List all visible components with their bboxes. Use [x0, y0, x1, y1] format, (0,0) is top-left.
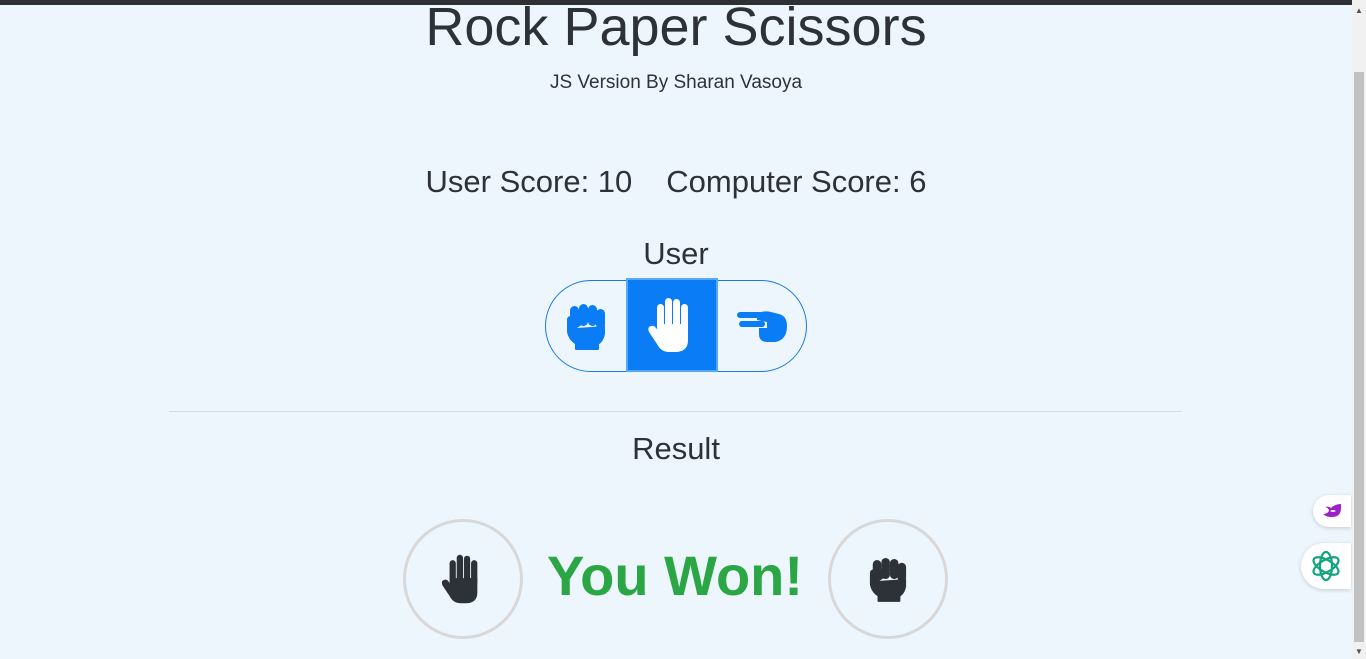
bird-logo-icon: [1323, 504, 1341, 518]
hand-paper-icon: [441, 554, 478, 604]
hand-paper-icon: [648, 298, 688, 352]
result-message: You Won!: [546, 544, 804, 607]
paper-button[interactable]: [626, 278, 718, 372]
user-choice-display: [403, 519, 523, 639]
scrollbar-thumb[interactable]: [1354, 72, 1364, 642]
hand-scissors-icon: [737, 311, 787, 342]
computer-choice-display: [828, 519, 948, 639]
user-score: User Score: 10: [425, 164, 633, 199]
section-divider: [169, 411, 1182, 412]
score-board: User Score: 10 Computer Score: 6: [0, 164, 1352, 200]
extension-button-green[interactable]: [1301, 543, 1351, 589]
ai-assistant-icon: [1312, 550, 1340, 582]
page: Rock Paper Scissors JS Version By Sharan…: [0, 0, 1352, 659]
choice-button-group: [545, 278, 807, 372]
rock-button[interactable]: [546, 281, 626, 371]
extension-button-purple[interactable]: [1313, 495, 1351, 527]
computer-score: Computer Score: 6: [666, 164, 927, 199]
page-subtitle: JS Version By Sharan Vasoya: [549, 72, 803, 93]
hand-rock-icon: [869, 558, 907, 602]
user-section-label: User: [643, 236, 709, 271]
hand-rock-icon: [567, 304, 605, 350]
scissors-button[interactable]: [718, 281, 806, 371]
scroll-up-arrow-icon[interactable]: ▲: [1352, 4, 1366, 16]
scroll-down-arrow-icon[interactable]: ▼: [1352, 645, 1366, 657]
page-title: Rock Paper Scissors: [425, 0, 927, 57]
result-label: Result: [632, 431, 720, 466]
